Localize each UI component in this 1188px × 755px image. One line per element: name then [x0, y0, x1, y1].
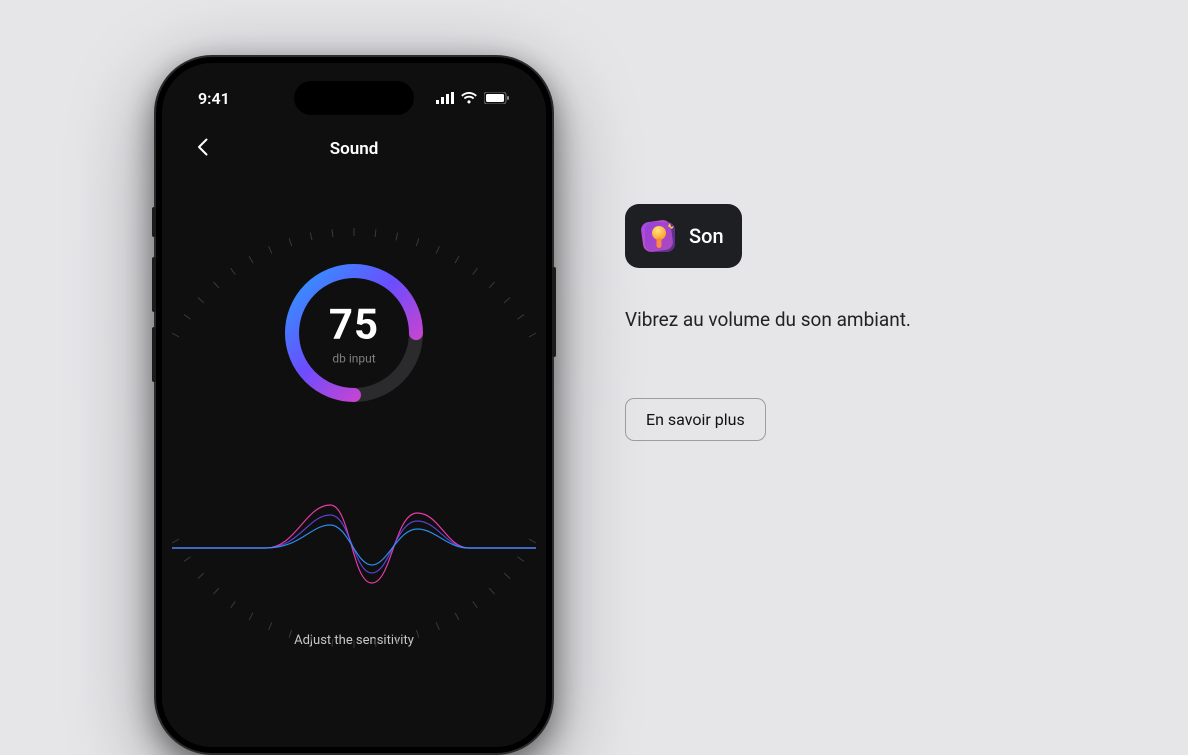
gauge-unit-label: db input — [329, 352, 379, 366]
sound-gauge: 75 db input — [172, 203, 536, 463]
feature-badge: Son — [625, 204, 742, 268]
feature-description: Vibrez au volume du son ambiant. — [625, 308, 911, 331]
status-time: 9:41 — [198, 89, 230, 108]
dynamic-island — [294, 81, 414, 115]
gauge-value: 75 — [329, 301, 379, 350]
phone-frame: 9:41 — [154, 55, 554, 755]
waveform — [172, 493, 536, 603]
learn-more-button[interactable]: En savoir plus — [625, 398, 766, 441]
phone-side-button — [152, 327, 156, 382]
screen-header: Sound — [172, 125, 536, 173]
cellular-icon — [436, 92, 454, 104]
phone-side-button — [552, 267, 556, 357]
battery-icon — [484, 92, 510, 104]
screen-title: Sound — [330, 139, 379, 159]
back-button[interactable] — [186, 133, 218, 165]
chevron-left-icon — [197, 138, 208, 161]
microphone-icon — [639, 216, 679, 256]
phone-side-button — [152, 207, 156, 237]
feature-badge-label: Son — [689, 224, 724, 248]
phone-mockup: 9:41 — [154, 55, 554, 755]
waveform-svg — [172, 493, 536, 603]
wifi-icon — [460, 92, 478, 104]
status-indicators — [436, 92, 510, 104]
gauge-center: 75 db input — [329, 301, 379, 366]
phone-side-button — [152, 257, 156, 312]
phone-screen: 9:41 — [172, 71, 536, 739]
